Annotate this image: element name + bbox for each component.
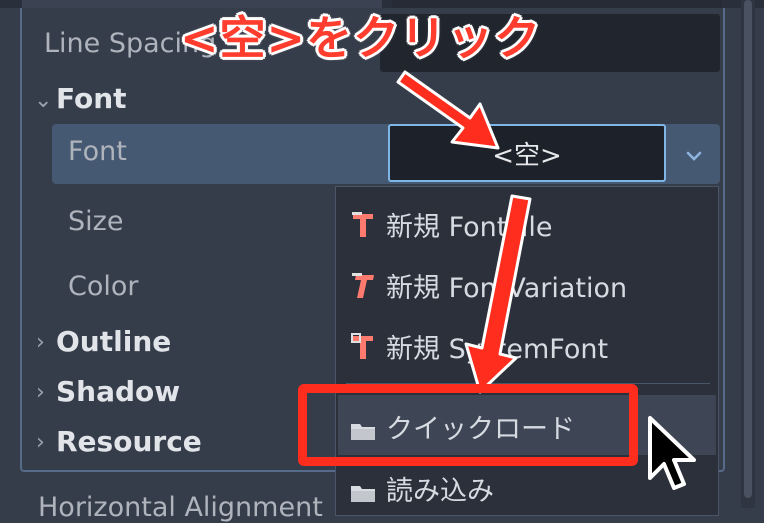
mouse-cursor-icon xyxy=(648,416,696,490)
arrow-to-font-value xyxy=(396,70,500,150)
annotation-highlight-box xyxy=(298,384,638,466)
annotation-instruction: <空>をクリック xyxy=(180,11,542,65)
arrow-to-quick-load xyxy=(464,194,532,394)
